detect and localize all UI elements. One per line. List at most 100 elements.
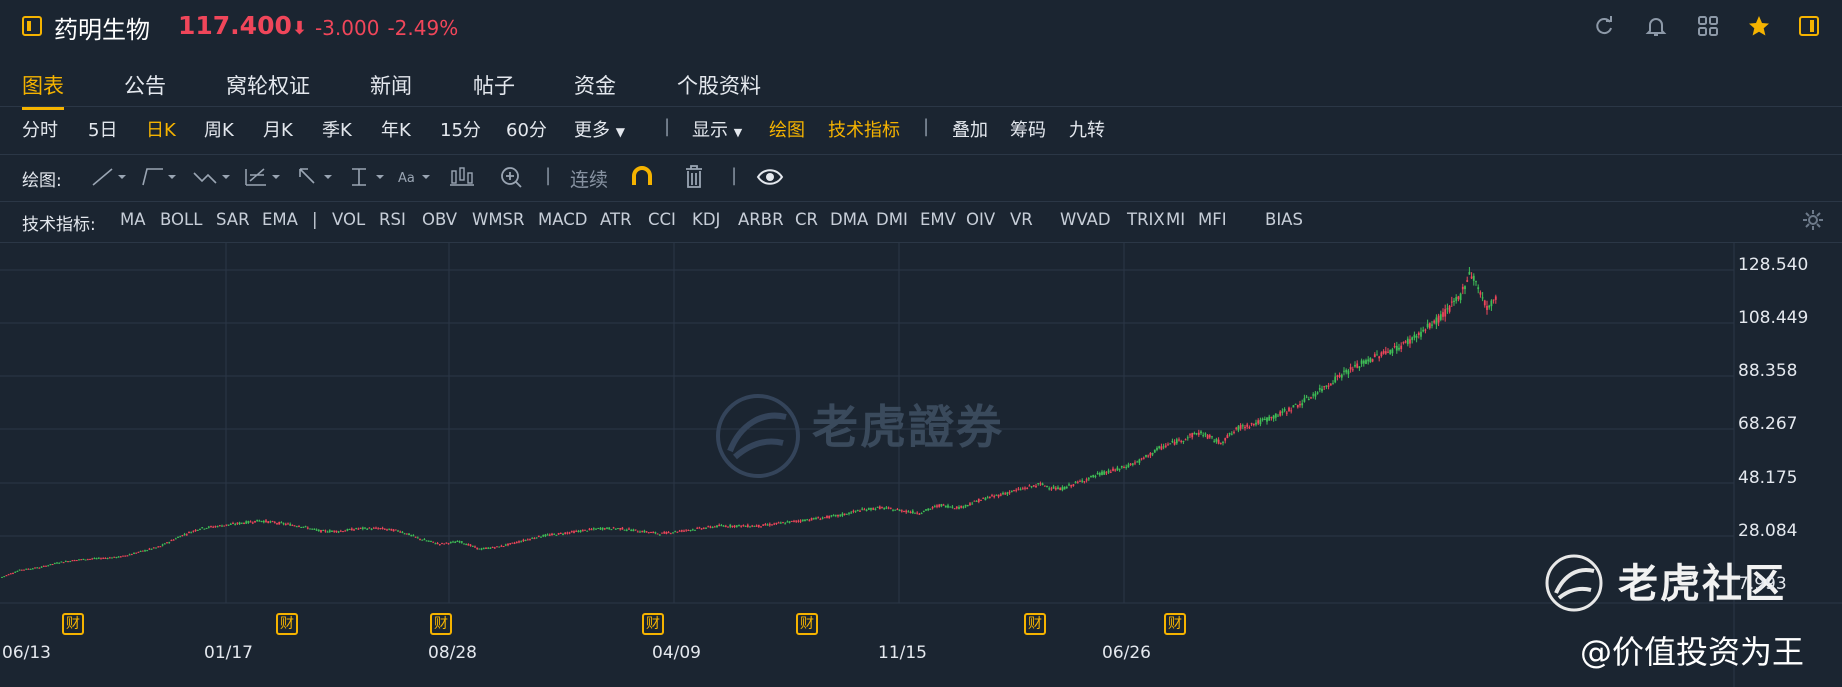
period-weekly[interactable]: 周K xyxy=(204,116,234,142)
continuous-toggle[interactable]: 连续 xyxy=(570,165,608,192)
indicator-bias[interactable]: BIAS xyxy=(1265,210,1303,229)
candle-body xyxy=(661,532,663,534)
drawing-toolbar: 绘图: Aa | 连续 | xyxy=(0,155,1842,202)
candle-body xyxy=(31,568,34,570)
period-monthly[interactable]: 月K xyxy=(263,116,293,142)
candle-body xyxy=(762,524,765,526)
indicator-kdj[interactable]: KDJ xyxy=(692,210,720,229)
indicator-dmi[interactable]: DMI xyxy=(876,210,908,229)
earnings-marker[interactable]: 财 xyxy=(430,613,452,635)
earnings-marker[interactable]: 财 xyxy=(642,613,664,635)
candle-body xyxy=(412,535,415,537)
kline-chart[interactable]: 老虎證券 老虎社区 @价值投资为王 128.540 108.449 88.358 68… xyxy=(0,243,1842,687)
period-5day[interactable]: 5日 xyxy=(88,116,117,142)
tab-news[interactable]: 新闻 xyxy=(370,70,412,100)
magnet-icon[interactable] xyxy=(628,163,674,191)
arrow-tool-icon[interactable] xyxy=(294,163,340,191)
indicator-cci[interactable]: CCI xyxy=(648,210,676,229)
indicator-emv[interactable]: EMV xyxy=(920,210,956,229)
candle-body xyxy=(183,534,186,536)
candle-body xyxy=(1351,369,1354,371)
draw-toggle[interactable]: 绘图 xyxy=(769,116,805,142)
indicator-ema[interactable]: EMA xyxy=(262,210,298,229)
candle-body xyxy=(1206,434,1209,439)
candle-body xyxy=(689,530,692,532)
candle-body xyxy=(60,561,63,563)
earnings-marker[interactable]: 财 xyxy=(796,613,818,635)
candle-body xyxy=(1466,280,1469,282)
chips-button[interactable]: 筹码 xyxy=(1010,116,1046,142)
period-daily[interactable]: 日K xyxy=(146,116,176,142)
tab-capital[interactable]: 资金 xyxy=(574,70,616,100)
zoom-in-icon[interactable] xyxy=(496,163,542,191)
candle-body xyxy=(463,543,465,545)
eye-icon[interactable] xyxy=(756,163,802,191)
period-15min[interactable]: 15分 xyxy=(440,116,481,142)
candle-body xyxy=(608,527,611,530)
line-tool-icon[interactable] xyxy=(88,163,134,191)
tab-profile[interactable]: 个股资料 xyxy=(677,70,761,100)
indicator-vr[interactable]: VR xyxy=(1010,210,1033,229)
fib-tool-icon[interactable] xyxy=(242,163,288,191)
candle-body xyxy=(331,530,333,532)
earnings-marker[interactable]: 财 xyxy=(1164,613,1186,635)
refresh-icon[interactable] xyxy=(1592,14,1616,38)
indicator-trix[interactable]: TRIX xyxy=(1127,210,1165,229)
indicator-boll[interactable]: BOLL xyxy=(160,210,202,229)
tech-indicator-toggle[interactable]: 技术指标 xyxy=(828,116,900,142)
earnings-marker[interactable]: 财 xyxy=(62,613,84,635)
tab-warrants[interactable]: 窝轮权证 xyxy=(226,70,310,100)
indicator-wmsr[interactable]: WMSR xyxy=(472,210,525,229)
indicator-macd[interactable]: MACD xyxy=(538,210,587,229)
candle-body xyxy=(1112,468,1114,471)
candle-body xyxy=(1312,394,1315,396)
candle-body xyxy=(1477,287,1480,290)
period-quarterly[interactable]: 季K xyxy=(322,116,352,142)
indicator-obv[interactable]: OBV xyxy=(422,210,457,229)
indicator-oiv[interactable]: OIV xyxy=(966,210,995,229)
tab-announcements[interactable]: 公告 xyxy=(124,70,166,100)
bell-icon[interactable] xyxy=(1644,14,1668,38)
candle-body xyxy=(777,522,780,524)
indicator-arbr[interactable]: ARBR xyxy=(738,210,784,229)
indicator-sar[interactable]: SAR xyxy=(216,210,250,229)
tab-chart[interactable]: 图表 xyxy=(22,70,64,110)
display-dropdown[interactable]: 显示 ▼ xyxy=(692,116,742,142)
indicator-rsi[interactable]: RSI xyxy=(379,210,406,229)
candle-body xyxy=(711,526,714,528)
indicator-mfi[interactable]: MFI xyxy=(1198,210,1227,229)
nine-turn-button[interactable]: 九转 xyxy=(1069,116,1105,142)
candle-body xyxy=(700,528,703,530)
earnings-marker[interactable]: 财 xyxy=(1024,613,1046,635)
wave-tool-icon[interactable] xyxy=(190,163,236,191)
earnings-marker[interactable]: 财 xyxy=(276,613,298,635)
candle-body xyxy=(1486,305,1488,310)
candle-body xyxy=(579,530,582,532)
indicator-dma[interactable]: DMA xyxy=(830,210,868,229)
grid-icon[interactable] xyxy=(1696,14,1720,38)
panel-icon[interactable] xyxy=(1797,14,1821,38)
candle-tool-icon[interactable] xyxy=(446,163,492,191)
candle-body xyxy=(1083,481,1086,483)
candle-body xyxy=(1191,433,1194,438)
overlay-button[interactable]: 叠加 xyxy=(952,116,988,142)
text-tool-icon[interactable]: Aa xyxy=(396,163,442,191)
x-tick-label: 04/09 xyxy=(652,643,701,663)
candle-body xyxy=(1384,351,1387,354)
tab-posts[interactable]: 帖子 xyxy=(473,70,515,100)
gear-icon[interactable] xyxy=(1802,209,1824,231)
indicator-mi[interactable]: MI xyxy=(1166,210,1185,229)
indicator-cr[interactable]: CR xyxy=(795,210,818,229)
indicator-ma[interactable]: MA xyxy=(120,210,146,229)
period-more-dropdown[interactable]: 更多 ▼ xyxy=(574,116,625,142)
measure-tool-icon[interactable] xyxy=(346,163,392,191)
indicator-wvad[interactable]: WVAD xyxy=(1060,210,1111,229)
trash-icon[interactable] xyxy=(680,163,726,191)
indicator-vol[interactable]: VOL xyxy=(332,210,365,229)
star-icon[interactable] xyxy=(1747,14,1771,38)
period-intraday[interactable]: 分时 xyxy=(22,116,58,142)
period-60min[interactable]: 60分 xyxy=(506,116,547,142)
indicator-atr[interactable]: ATR xyxy=(600,210,632,229)
period-yearly[interactable]: 年K xyxy=(381,116,411,142)
trendline-tool-icon[interactable] xyxy=(138,163,184,191)
